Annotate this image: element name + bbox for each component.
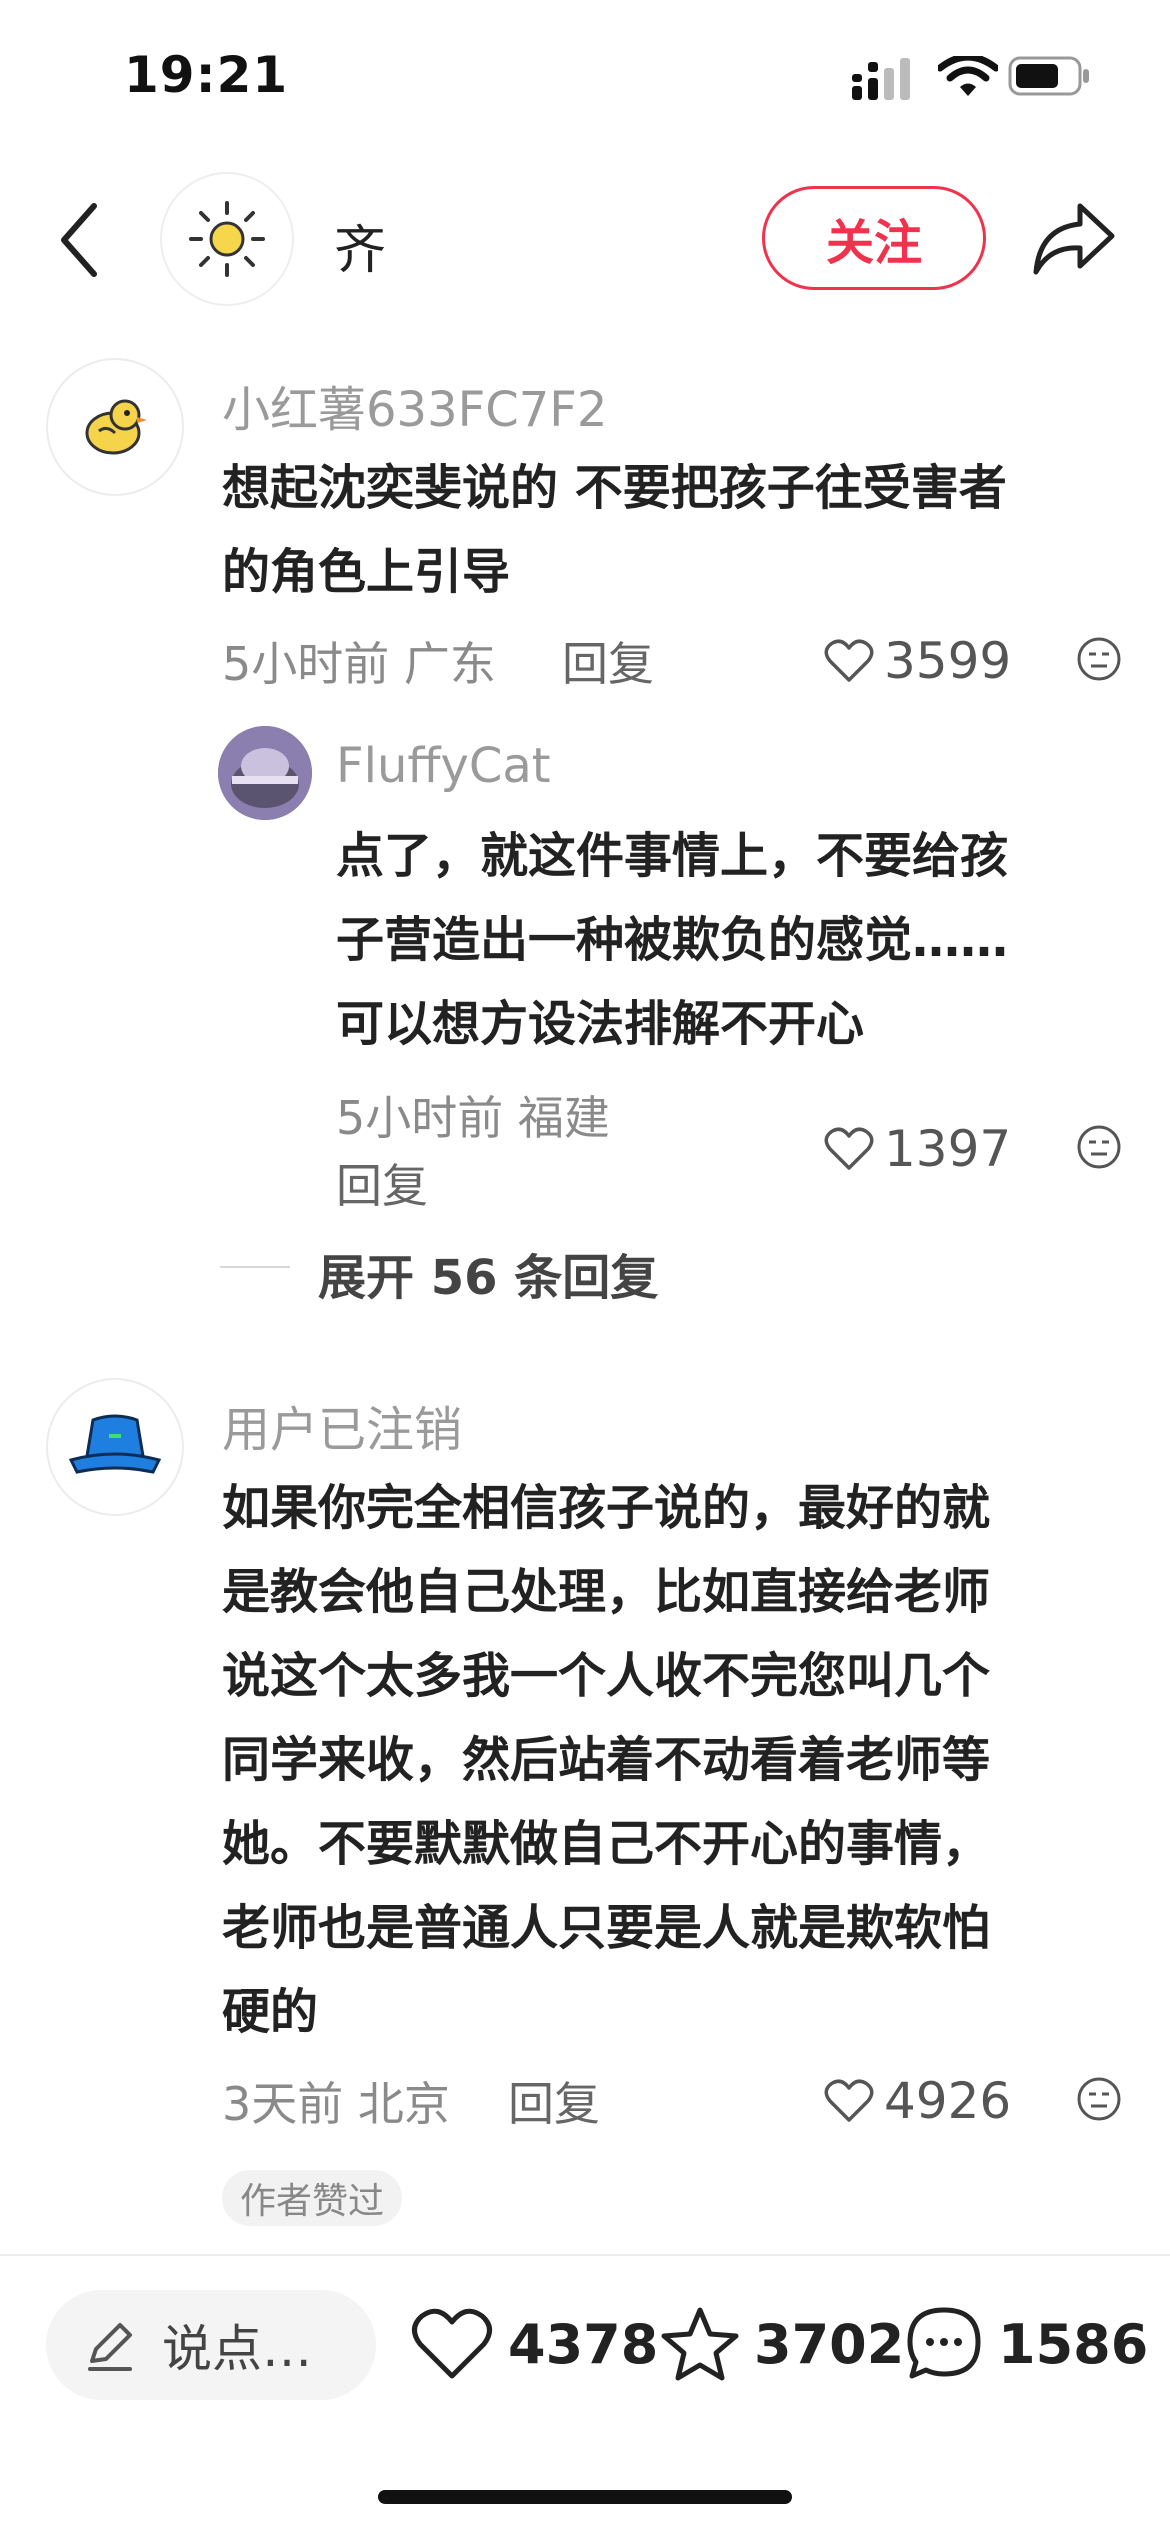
heart-icon <box>824 1127 874 1170</box>
comment-input-placeholder: 说点… <box>162 2320 312 2378</box>
like-post-button[interactable]: 4378 <box>410 2306 658 2382</box>
reply-button[interactable]: 回复 <box>336 1150 428 1216</box>
comment-count: 1586 <box>998 2312 1149 2376</box>
back-icon[interactable] <box>56 200 100 280</box>
wifi-icon <box>938 56 998 96</box>
comment-line: 说这个太多我一个人收不完您叫几个 <box>222 1648 991 1704</box>
author-name[interactable]: 齐 <box>334 208 386 283</box>
comment-username[interactable]: FluffyCat <box>336 738 551 794</box>
comment-line: 老师也是普通人只要是人就是欺软怕 <box>222 1900 991 1956</box>
like-count: 3599 <box>884 632 1012 690</box>
comment-line: 子营造出一种被欺负的感觉…… <box>336 912 1009 968</box>
comment-line: 点了，就这件事情上，不要给孩 <box>336 828 1009 884</box>
emoji-icon[interactable] <box>1076 2076 1122 2122</box>
comment-meta: 5小时前 广东 <box>222 637 496 691</box>
chick-icon <box>85 399 147 455</box>
sun-icon <box>189 201 265 277</box>
comment-meta: 5小时前 福建 <box>336 1091 610 1145</box>
comment-text: 想起沈奕斐说的 不要把孩子往受害者 的角色上引导 <box>222 446 1007 614</box>
commenter-avatar[interactable] <box>218 726 312 820</box>
comment-line: 可以想方设法排解不开心 <box>336 996 865 1052</box>
emoji-icon[interactable] <box>1076 1124 1122 1170</box>
comment-input[interactable]: 说点… <box>46 2290 376 2400</box>
heart-icon <box>824 639 874 682</box>
divider <box>220 1266 290 1268</box>
comment-meta: 3天前 北京 <box>222 2077 450 2131</box>
star-icon <box>661 2307 739 2381</box>
follow-button[interactable]: 关注 <box>762 186 986 290</box>
commenter-avatar[interactable] <box>46 358 184 496</box>
comment-line: 是教会他自己处理，比如直接给老师 <box>222 1564 991 1620</box>
like-button[interactable]: 4926 <box>824 2072 1011 2130</box>
status-time: 19:21 <box>124 46 289 104</box>
comment-text: 如果你完全相信孩子说的，最好的就 是教会他自己处理，比如直接给老师 说这个太多我… <box>222 1466 990 2054</box>
battery-icon <box>1008 56 1089 96</box>
like-count: 4926 <box>884 2072 1012 2130</box>
like-count: 1397 <box>884 1120 1012 1178</box>
bucket-hat-icon <box>68 1414 162 1474</box>
photo-icon <box>218 726 312 820</box>
pencil-icon <box>88 2323 132 2371</box>
comment-line: 如果你完全相信孩子说的，最好的就 <box>222 1480 991 1536</box>
home-indicator[interactable] <box>378 2490 792 2504</box>
comment-line: 同学来收，然后站着不动看着老师等 <box>222 1732 991 1788</box>
reply-button[interactable]: 回复 <box>562 628 654 694</box>
signal-icon <box>852 58 910 100</box>
comment-text: 点了，就这件事情上，不要给孩 子营造出一种被欺负的感觉…… 可以想方设法排解不开… <box>336 814 1008 1066</box>
heart-icon <box>824 2079 874 2122</box>
comment-username[interactable]: 小红薯633FC7F2 <box>222 370 607 440</box>
commenter-avatar[interactable] <box>46 1378 184 1516</box>
comment-line: 她。不要默默做自己不开心的事情， <box>222 1816 991 1872</box>
comment-bubble-icon <box>907 2307 981 2379</box>
comments-button[interactable]: 1586 <box>904 2304 1148 2384</box>
collect-button[interactable]: 3702 <box>660 2304 904 2384</box>
like-count: 4378 <box>508 2312 659 2376</box>
author-avatar[interactable] <box>160 172 294 306</box>
emoji-icon[interactable] <box>1076 636 1122 682</box>
comment-username[interactable]: 用户已注销 <box>222 1390 462 1460</box>
divider <box>0 2254 1170 2256</box>
share-icon[interactable] <box>1030 198 1116 278</box>
author-liked-badge: 作者赞过 <box>222 2170 403 2226</box>
like-button[interactable]: 1397 <box>824 1120 1011 1178</box>
reply-button[interactable]: 回复 <box>508 2068 600 2134</box>
comment-line: 的角色上引导 <box>222 544 511 600</box>
heart-icon <box>412 2308 492 2379</box>
like-button[interactable]: 3599 <box>824 632 1011 690</box>
collect-count: 3702 <box>754 2312 905 2376</box>
comment-line: 想起沈奕斐说的 不要把孩子往受害者 <box>222 460 1007 516</box>
expand-replies-button[interactable]: 展开 56 条回复 <box>318 1238 658 1308</box>
comment-line: 硬的 <box>222 1984 319 2040</box>
